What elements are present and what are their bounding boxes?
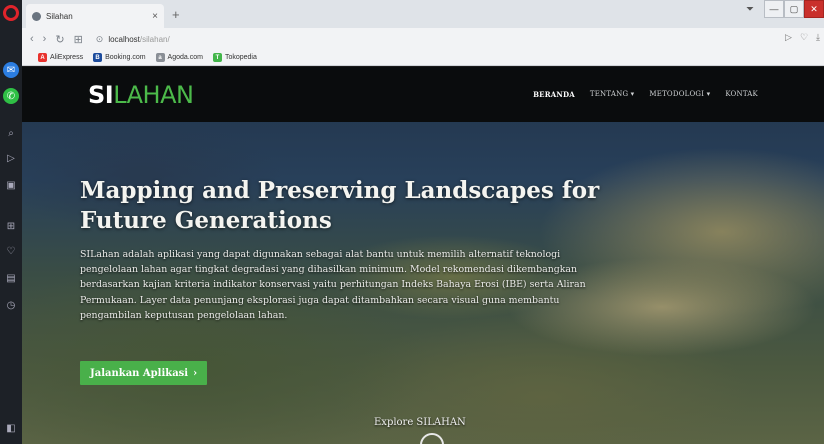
speed-dial-icon[interactable]: ⊞ bbox=[3, 218, 19, 234]
new-tab-button[interactable]: + bbox=[172, 7, 180, 22]
page-viewport: SILAHAN BERANDA TENTANG ▾ METODOLOGI ▾ K… bbox=[22, 67, 824, 444]
bookmark-agoda[interactable]: a Agoda.com bbox=[155, 53, 203, 62]
site-logo[interactable]: SILAHAN bbox=[88, 81, 194, 109]
whatsapp-icon[interactable]: ✆ bbox=[3, 88, 19, 104]
address-bar: ‹ › ↻ ⊞ ⊙ localhost/silahan/ ▷ ♡ ⤓ bbox=[22, 28, 824, 50]
heart-icon[interactable]: ♡ bbox=[3, 243, 19, 259]
agoda-icon: a bbox=[155, 53, 165, 62]
bookmarks-bar: A AliExpress B Booking.com a Agoda.com T… bbox=[22, 50, 824, 66]
tab-bar: Silahan × + ⏷ — ▢ ✕ bbox=[22, 0, 824, 28]
menu-beranda[interactable]: BERANDA bbox=[533, 90, 575, 99]
sidebar-toggle-icon[interactable]: ◧ bbox=[3, 420, 19, 436]
search-icon[interactable]: ⌕ bbox=[3, 125, 19, 141]
close-tab-icon[interactable]: × bbox=[152, 11, 158, 22]
history-icon[interactable]: ◷ bbox=[3, 297, 19, 313]
back-icon[interactable]: ‹ bbox=[30, 33, 34, 45]
scroll-down-icon[interactable] bbox=[420, 433, 444, 444]
bookmark-label: Agoda.com bbox=[167, 54, 203, 61]
opera-logo-icon[interactable] bbox=[3, 5, 19, 21]
browser-sidebar: ✉ ✆ ⌕ ▷ ▣ ⊞ ♡ ▤ ◷ ◧ bbox=[0, 0, 22, 444]
tab-menu-icon[interactable]: ⏷ bbox=[746, 4, 754, 15]
tokopedia-icon: T bbox=[212, 53, 222, 62]
messenger-icon[interactable]: ✉ bbox=[3, 62, 19, 78]
menu-tentang[interactable]: TENTANG ▾ bbox=[590, 90, 635, 99]
menu-kontak[interactable]: KONTAK bbox=[725, 90, 758, 99]
bookmark-aliexpress[interactable]: A AliExpress bbox=[38, 53, 83, 62]
address-actions: ▷ ♡ ⤓ bbox=[785, 32, 820, 43]
site-info-icon[interactable]: ⊙ bbox=[96, 34, 104, 45]
snap-icon[interactable]: ▷ bbox=[785, 32, 792, 43]
speed-dial-grid-icon[interactable]: ⊞ bbox=[74, 33, 83, 46]
bookmark-booking[interactable]: B Booking.com bbox=[93, 53, 146, 62]
globe-icon bbox=[32, 11, 41, 21]
url-field[interactable]: ⊙ localhost/silahan/ bbox=[96, 31, 170, 47]
tab-silahan[interactable]: Silahan × bbox=[26, 4, 164, 28]
site-navbar: SILAHAN BERANDA TENTANG ▾ METODOLOGI ▾ K… bbox=[22, 67, 824, 122]
url-path: /silahan/ bbox=[139, 34, 170, 44]
logo-lahan: LAHAN bbox=[113, 81, 194, 109]
bookmark-label: AliExpress bbox=[50, 54, 84, 61]
chevron-right-icon: › bbox=[193, 367, 198, 379]
site-menu: BERANDA TENTANG ▾ METODOLOGI ▾ KONTAK bbox=[533, 90, 758, 99]
url-host: localhost bbox=[108, 34, 140, 44]
aliexpress-icon: A bbox=[38, 53, 47, 62]
snapshot-icon[interactable]: ▣ bbox=[3, 177, 19, 193]
bookmark-heart-icon[interactable]: ♡ bbox=[800, 32, 808, 43]
bookmark-tokopedia[interactable]: T Tokopedia bbox=[212, 53, 257, 62]
run-app-label: Jalankan Aplikasi bbox=[90, 367, 189, 379]
send-icon[interactable]: ▷ bbox=[3, 150, 19, 166]
tab-title: Silahan bbox=[46, 11, 73, 21]
bookmark-label: Tokopedia bbox=[224, 54, 257, 61]
forward-icon[interactable]: › bbox=[43, 33, 47, 45]
hero-title: Mapping and Preserving Landscapes for Fu… bbox=[80, 177, 600, 234]
news-icon[interactable]: ▤ bbox=[3, 270, 19, 286]
menu-metodologi[interactable]: METODOLOGI ▾ bbox=[649, 90, 710, 99]
hero-description: SILahan adalah aplikasi yang dapat digun… bbox=[80, 249, 586, 321]
download-icon[interactable]: ⤓ bbox=[816, 32, 820, 43]
reload-icon[interactable]: ↻ bbox=[55, 33, 64, 46]
run-app-button[interactable]: Jalankan Aplikasi › bbox=[80, 361, 208, 385]
booking-icon: B bbox=[93, 53, 103, 62]
explore-label[interactable]: Explore SILAHAN bbox=[374, 417, 466, 428]
close-window-button[interactable]: ✕ bbox=[804, 0, 824, 18]
window-controls: — ▢ ✕ bbox=[764, 0, 824, 18]
bookmark-label: Booking.com bbox=[105, 54, 146, 61]
maximize-button[interactable]: ▢ bbox=[784, 0, 804, 18]
logo-si: SI bbox=[88, 81, 114, 109]
minimize-button[interactable]: — bbox=[764, 0, 784, 18]
